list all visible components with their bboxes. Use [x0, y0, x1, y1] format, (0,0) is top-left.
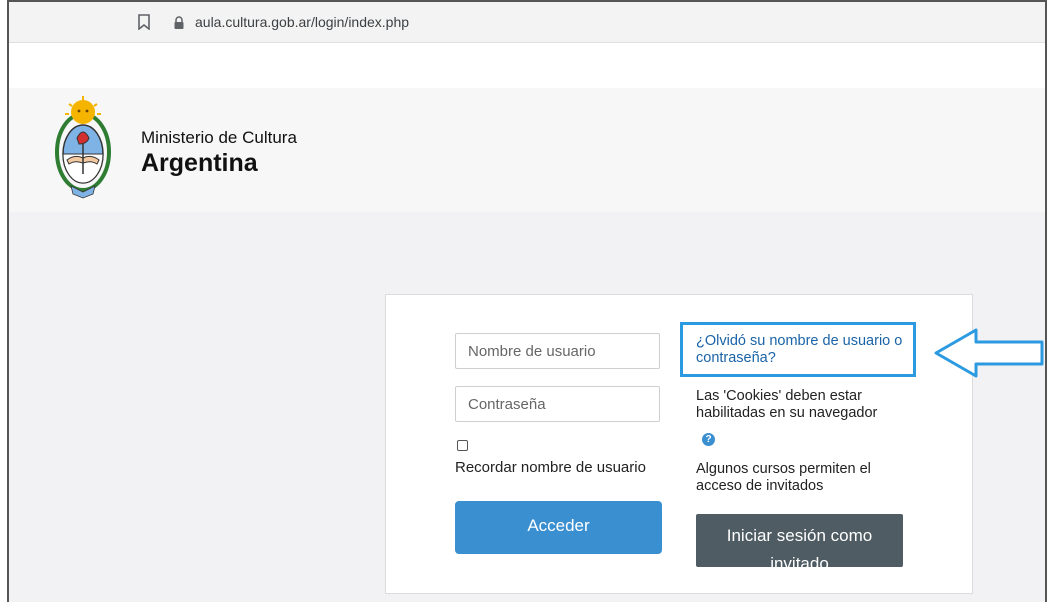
address-bar[interactable]: aula.cultura.gob.ar/login/index.php — [9, 2, 1045, 43]
coat-of-arms-logo — [55, 96, 111, 199]
guest-access-info: Algunos cursos permiten el acceso de inv… — [696, 461, 871, 494]
forgot-credentials-link[interactable]: ¿Olvidó su nombre de usuario o contraseñ… — [696, 333, 913, 367]
ministry-name: Ministerio de Cultura — [141, 128, 297, 147]
guest-login-button[interactable]: Iniciar sesión como invitado — [696, 514, 903, 567]
question-circle-icon[interactable]: ? — [702, 433, 715, 446]
remember-username-checkbox[interactable] — [457, 440, 468, 451]
cookies-notice: Las 'Cookies' deben estar habilitadas en… — [696, 388, 878, 421]
login-button[interactable]: Acceder — [455, 501, 662, 554]
forgot-credentials-highlight: ¿Olvidó su nombre de usuario o contraseñ… — [680, 322, 916, 377]
url-text[interactable]: aula.cultura.gob.ar/login/index.php — [195, 14, 409, 30]
site-header: Ministerio de Cultura Argentina — [9, 88, 1045, 212]
username-input[interactable] — [455, 333, 660, 369]
bookmark-icon[interactable] — [137, 14, 151, 30]
country-name: Argentina — [141, 149, 258, 177]
browser-window: aula.cultura.gob.ar/login/index.php Mini… — [7, 0, 1047, 602]
left-arrow-icon — [934, 328, 1044, 378]
login-card: Recordar nombre de usuario Acceder ¿Olvi… — [385, 294, 973, 594]
remember-username-label: Recordar nombre de usuario — [455, 459, 646, 476]
password-input[interactable] — [455, 386, 660, 422]
lock-icon — [174, 16, 184, 29]
